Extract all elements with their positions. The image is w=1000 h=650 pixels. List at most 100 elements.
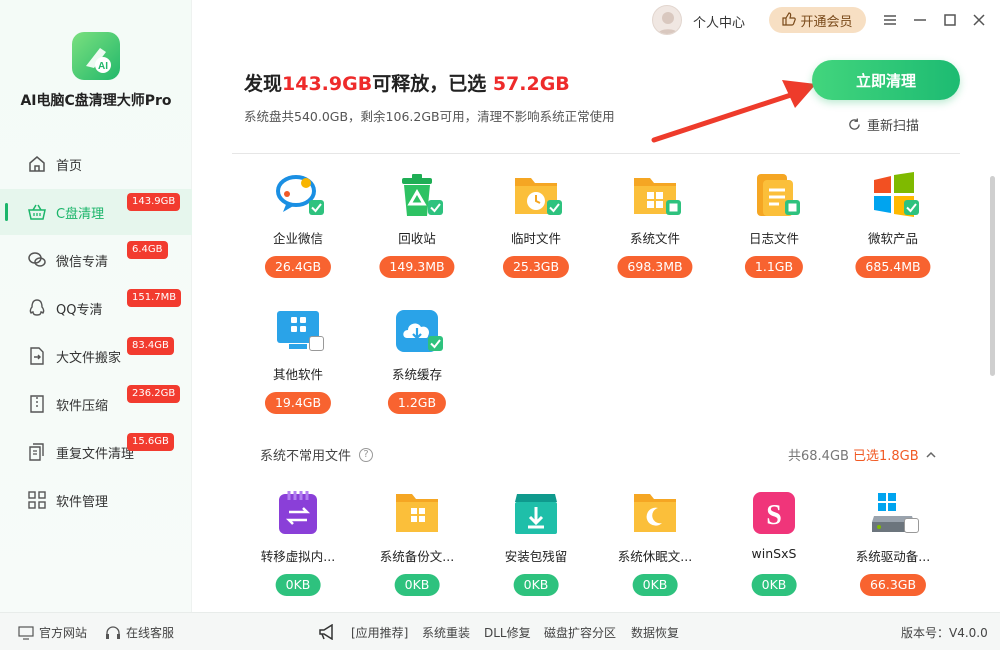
section-title: 系统不常用文件 ?: [260, 445, 374, 464]
sidebar-item-label: 首页: [56, 159, 83, 174]
item-size: 19.4GB: [264, 392, 332, 414]
clean-item-system-files[interactable]: 系统文件 698.3MB: [605, 172, 705, 292]
sidebar-item-software-manager[interactable]: 软件管理: [0, 477, 192, 523]
item-checkbox[interactable]: [904, 200, 919, 215]
maximize-icon[interactable]: [940, 10, 960, 30]
sidebar-item-large-file-move[interactable]: 大文件搬家 83.4GB: [0, 333, 192, 379]
item-size: 0KB: [632, 574, 678, 596]
menu-icon[interactable]: [880, 10, 900, 30]
disk-summary: 系统盘共540.0GB，剩余106.2GB可用，清理不影响系统正常使用: [244, 109, 615, 124]
duplicate-files-icon: [27, 442, 47, 462]
help-icon[interactable]: ?: [359, 447, 374, 462]
home-icon: [27, 154, 47, 174]
sidebar-item-duplicate-cleaner[interactable]: 重复文件清理 15.6GB: [0, 429, 192, 475]
winsxs-icon: S: [751, 490, 797, 536]
item-label: 安装包残留: [504, 549, 568, 564]
app-logo-icon: AI: [72, 32, 120, 80]
clean-item-wecom[interactable]: 企业微信 26.4GB: [248, 172, 348, 292]
app-recommend-link[interactable]: [应用推荐]: [351, 624, 408, 641]
scrollbar[interactable]: [990, 176, 995, 376]
item-label: 临时文件: [510, 231, 561, 246]
item-checkbox[interactable]: [785, 200, 800, 215]
hibernate-folder-icon: [632, 490, 678, 536]
sidebar-item-label: QQ专清: [56, 303, 103, 318]
item-label: 日志文件: [748, 231, 799, 246]
headset-icon: [106, 625, 120, 639]
data-recovery-link[interactable]: 数据恢复: [631, 624, 679, 641]
official-site-link[interactable]: 官方网站: [18, 624, 87, 641]
rescan-label: 重新扫描: [867, 119, 920, 134]
clean-now-button[interactable]: 立即清理: [812, 60, 960, 100]
item-label: 其他软件: [272, 367, 323, 382]
item-checkbox[interactable]: [428, 336, 443, 351]
scan-result-headline: 发现143.9GB可释放，已选 57.2GB: [244, 69, 570, 96]
item-checkbox[interactable]: [666, 200, 681, 215]
section-title-label: 系统不常用文件: [260, 449, 352, 464]
svg-text:S: S: [766, 500, 782, 531]
sidebar-item-label: 重复文件清理: [56, 447, 135, 462]
section-total: 共68.4GB: [788, 449, 849, 464]
sidebar-item-qq[interactable]: QQ专清 151.7MB: [0, 285, 192, 331]
clean-item-system-cache[interactable]: 系统缓存 1.2GB: [367, 308, 467, 428]
chevron-up-icon[interactable]: [925, 449, 937, 461]
clean-item-installer-leftovers[interactable]: 安装包残留 0KB: [486, 490, 586, 610]
item-size: 26.4GB: [264, 256, 332, 278]
sidebar-item-label: 软件管理: [56, 495, 109, 510]
sidebar-item-home[interactable]: 首页: [0, 141, 192, 187]
footer: 官方网站 在线客服 [应用推荐] 系统重装 DLL修复 磁盘扩容分区 数据恢复 …: [0, 612, 1000, 650]
item-checkbox[interactable]: [904, 518, 919, 533]
clean-item-microsoft-products[interactable]: 微软产品 685.4MB: [843, 172, 943, 292]
app-window: AI AI电脑C盘清理大师Pro 首页 C盘清理 143.9GB 微信专清 6.…: [0, 0, 1000, 650]
size-badge: 83.4GB: [127, 337, 174, 355]
clean-item-virtual-memory[interactable]: 转移虚拟内... 0KB: [248, 490, 348, 610]
item-size: 1.1GB: [744, 256, 804, 278]
vip-button-label: 开通会员: [800, 14, 853, 30]
section-stats[interactable]: 共68.4GB 已选1.8GB: [788, 445, 937, 464]
item-label: 转移虚拟内...: [260, 549, 336, 564]
found-size: 143.9GB: [282, 73, 373, 95]
clean-item-recycle-bin[interactable]: 回收站 149.3MB: [367, 172, 467, 292]
clean-item-log-files[interactable]: 日志文件 1.1GB: [724, 172, 824, 292]
sidebar-item-label: 软件压缩: [56, 399, 109, 414]
item-checkbox[interactable]: [309, 200, 324, 215]
user-center-link[interactable]: 个人中心: [693, 12, 745, 31]
sidebar-item-wechat[interactable]: 微信专清 6.4GB: [0, 237, 192, 283]
pointer-arrow: [651, 80, 816, 143]
minimize-icon[interactable]: [910, 10, 930, 30]
sidebar-item-software-compress[interactable]: 软件压缩 236.2GB: [0, 381, 192, 427]
vip-button[interactable]: 开通会员: [769, 7, 866, 33]
item-label: 系统休眠文...: [617, 549, 693, 564]
headline-middle: 可释放，已选: [372, 73, 493, 95]
item-size: 25.3GB: [502, 256, 570, 278]
item-label: 系统缓存: [391, 367, 442, 382]
online-support-link[interactable]: 在线客服: [105, 624, 174, 641]
dll-repair-link[interactable]: DLL修复: [484, 624, 531, 641]
item-checkbox[interactable]: [309, 336, 324, 351]
zip-file-icon: [27, 394, 47, 414]
clean-item-temp-files[interactable]: 临时文件 25.3GB: [486, 172, 586, 292]
close-icon[interactable]: [969, 10, 989, 30]
sidebar-item-c-drive-clean[interactable]: C盘清理 143.9GB: [0, 189, 192, 235]
item-checkbox[interactable]: [547, 200, 562, 215]
clean-item-hibernate-file[interactable]: 系统休眠文... 0KB: [605, 490, 705, 610]
clean-item-driver-backup[interactable]: 系统驱动备... 66.3GB: [843, 490, 943, 610]
clean-item-other-software[interactable]: 其他软件 19.4GB: [248, 308, 348, 428]
size-badge: 15.6GB: [127, 433, 174, 451]
refresh-icon: [848, 118, 861, 131]
headline-prefix: 发现: [244, 73, 283, 95]
clean-item-winsxs[interactable]: S winSxS 0KB: [724, 490, 824, 610]
item-checkbox[interactable]: [428, 200, 443, 215]
monitor-icon: [18, 625, 34, 640]
official-site-label: 官方网站: [39, 626, 88, 640]
megaphone-icon: [318, 624, 343, 640]
sidebar-item-label: 大文件搬家: [56, 351, 122, 366]
online-support-label: 在线客服: [126, 626, 175, 640]
clean-item-system-backup[interactable]: 系统备份文... 0KB: [367, 490, 467, 610]
system-reinstall-link[interactable]: 系统重装: [422, 624, 470, 641]
disk-partition-link[interactable]: 磁盘扩容分区: [544, 624, 616, 641]
svg-text:AI: AI: [98, 61, 108, 72]
item-size: 1.2GB: [387, 392, 447, 414]
rescan-button[interactable]: 重新扫描: [848, 115, 919, 134]
avatar[interactable]: [652, 5, 682, 35]
item-size: 698.3MB: [617, 256, 693, 278]
